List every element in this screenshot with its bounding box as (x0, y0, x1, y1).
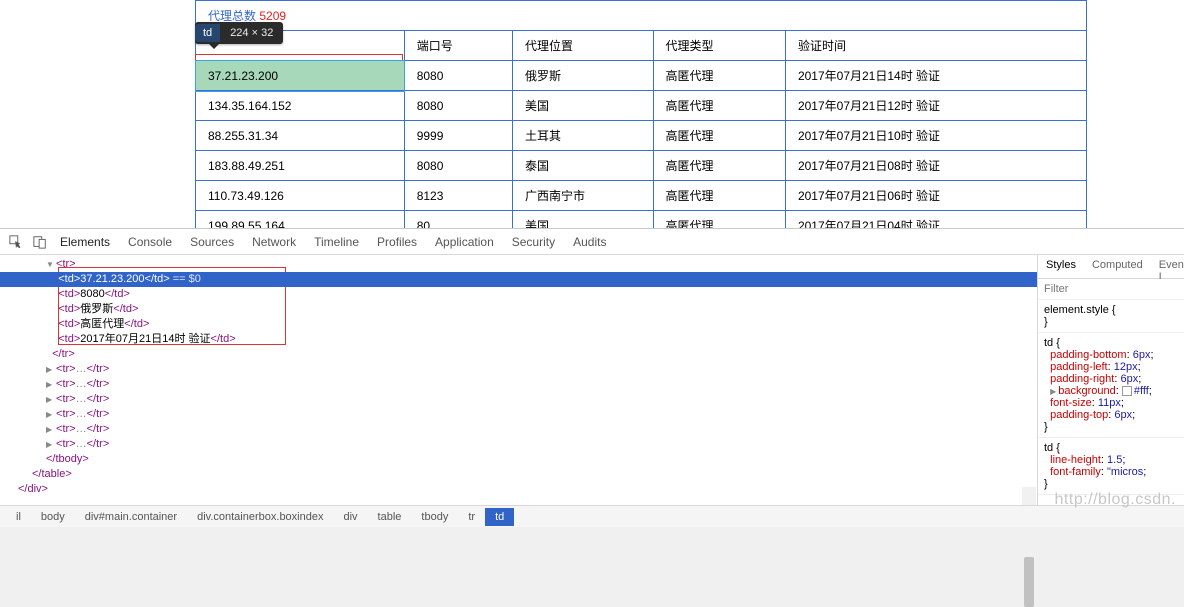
cell-verified: 2017年07月21日04时 验证 (785, 211, 1086, 229)
devtools-tab-profiles[interactable]: Profiles (377, 231, 417, 253)
sidebar-tab-event[interactable]: Event L (1151, 255, 1184, 278)
inspect-tooltip-tag: td (195, 24, 220, 42)
title-label: 代理总数 (208, 9, 256, 23)
cell-port: 8123 (404, 181, 512, 211)
sidebar-tab-computed[interactable]: Computed (1084, 255, 1151, 278)
devtools-tab-timeline[interactable]: Timeline (314, 231, 359, 253)
cell-port: 8080 (404, 91, 512, 121)
elements-tree[interactable]: <tr> <td>37.21.23.200</td> == $0 <td>808… (0, 255, 1037, 505)
table-header-row: 端口号 代理位置 代理类型 验证时间 (196, 31, 1087, 61)
inspect-element-icon[interactable] (6, 232, 26, 252)
col-header-port: 端口号 (404, 31, 512, 61)
cell-location: 泰国 (513, 151, 653, 181)
devtools-body: <tr> <td>37.21.23.200</td> == $0 <td>808… (0, 255, 1184, 505)
cell-port: 8080 (404, 61, 512, 91)
scrollbar-thumb[interactable] (1024, 557, 1034, 607)
cell-type: 高匿代理 (653, 181, 785, 211)
rendered-page: td 224 × 32 代理总数 5209 端口号 代理位置 代理类型 验证时间… (0, 0, 1184, 228)
breadcrumb-item[interactable]: div#main.container (75, 508, 187, 526)
styles-filter-input[interactable] (1038, 279, 1184, 300)
style-rules: element.style {}td { padding-bottom: 6px… (1038, 300, 1184, 495)
devtools-tab-security[interactable]: Security (512, 231, 555, 253)
inspect-tooltip-dims: 224 × 32 (220, 24, 283, 42)
cell-ip: 110.73.49.126 (196, 181, 405, 211)
cell-type: 高匿代理 (653, 121, 785, 151)
devtools-tab-application[interactable]: Application (435, 231, 494, 253)
table-row: 134.35.164.1528080美国高匿代理2017年07月21日12时 验… (196, 91, 1087, 121)
col-header-type: 代理类型 (653, 31, 785, 61)
breadcrumb-item[interactable]: il (6, 508, 31, 526)
breadcrumb-item[interactable]: tbody (411, 508, 458, 526)
cell-verified: 2017年07月21日10时 验证 (785, 121, 1086, 151)
sidebar-tabs: StylesComputedEvent L (1038, 255, 1184, 279)
breadcrumb-item[interactable]: div (333, 508, 367, 526)
proxy-table-body: 37.21.23.2008080俄罗斯高匿代理2017年07月21日14时 验证… (196, 61, 1087, 229)
cell-verified: 2017年07月21日06时 验证 (785, 181, 1086, 211)
elements-scrollbar[interactable] (1022, 487, 1036, 505)
cell-verified: 2017年07月21日08时 验证 (785, 151, 1086, 181)
cell-port: 8080 (404, 151, 512, 181)
cell-location: 土耳其 (513, 121, 653, 151)
devtools-tab-audits[interactable]: Audits (573, 231, 606, 253)
sidebar-tab-styles[interactable]: Styles (1038, 255, 1084, 278)
styles-sidebar: StylesComputedEvent L element.style {}td… (1037, 255, 1184, 505)
style-rule[interactable]: element.style {} (1038, 300, 1184, 333)
watermark-text: http://blog.csdn. (1055, 491, 1176, 509)
breadcrumb-item[interactable]: body (31, 508, 75, 526)
breadcrumb-item[interactable]: div.containerbox.boxindex (187, 508, 333, 526)
breadcrumb-item[interactable]: td (485, 508, 514, 526)
cell-location: 俄罗斯 (513, 61, 653, 91)
devtools-panel: Elements Console Sources Network Timeline Pro… (0, 228, 1184, 527)
style-rule[interactable]: td { padding-bottom: 6px; padding-left: … (1038, 333, 1184, 438)
table-row: 183.88.49.2518080泰国高匿代理2017年07月21日08时 验证 (196, 151, 1087, 181)
cell-port: 80 (404, 211, 512, 229)
cell-port: 9999 (404, 121, 512, 151)
cell-location: 美国 (513, 211, 653, 229)
devtools-tabs: Elements Console Sources Network Timeline Pro… (60, 231, 606, 253)
cell-ip: 183.88.49.251 (196, 151, 405, 181)
cell-location: 广西南宁市 (513, 181, 653, 211)
col-header-location: 代理位置 (513, 31, 653, 61)
devtools-tab-console[interactable]: Console (128, 231, 172, 253)
table-row: 37.21.23.2008080俄罗斯高匿代理2017年07月21日14时 验证 (196, 61, 1087, 91)
style-rule[interactable]: td { line-height: 1.5; font-family: "mic… (1038, 438, 1184, 495)
cell-ip: 199.89.55.164 (196, 211, 405, 229)
devtools-tab-sources[interactable]: Sources (190, 231, 234, 253)
table-title: 代理总数 5209 (196, 1, 1087, 31)
cell-verified: 2017年07月21日12时 验证 (785, 91, 1086, 121)
cell-ip: 37.21.23.200 (196, 61, 405, 91)
table-row: 199.89.55.16480美国高匿代理2017年07月21日04时 验证 (196, 211, 1087, 229)
device-toolbar-icon[interactable] (30, 232, 50, 252)
devtools-toolbar: Elements Console Sources Network Timeline Pro… (0, 229, 1184, 255)
inspect-tooltip: td 224 × 32 (195, 22, 283, 44)
cell-type: 高匿代理 (653, 151, 785, 181)
cell-location: 美国 (513, 91, 653, 121)
cell-ip: 134.35.164.152 (196, 91, 405, 121)
cell-type: 高匿代理 (653, 211, 785, 229)
devtools-tab-elements[interactable]: Elements (60, 231, 110, 253)
devtools-tab-network[interactable]: Network (252, 231, 296, 253)
table-title-row: 代理总数 5209 (196, 1, 1087, 31)
cell-type: 高匿代理 (653, 61, 785, 91)
cell-verified: 2017年07月21日14时 验证 (785, 61, 1086, 91)
proxy-table: 代理总数 5209 端口号 代理位置 代理类型 验证时间 37.21.23.20… (195, 0, 1087, 228)
breadcrumb-item[interactable]: table (368, 508, 412, 526)
cell-type: 高匿代理 (653, 91, 785, 121)
table-row: 88.255.31.349999土耳其高匿代理2017年07月21日10时 验证 (196, 121, 1087, 151)
col-header-verified: 验证时间 (785, 31, 1086, 61)
table-row: 110.73.49.1268123广西南宁市高匿代理2017年07月21日06时… (196, 181, 1087, 211)
cell-ip: 88.255.31.34 (196, 121, 405, 151)
breadcrumb-item[interactable]: tr (458, 508, 485, 526)
dom-breadcrumb: ilbodydiv#main.containerdiv.containerbox… (0, 505, 1184, 527)
title-count: 5209 (259, 9, 286, 23)
